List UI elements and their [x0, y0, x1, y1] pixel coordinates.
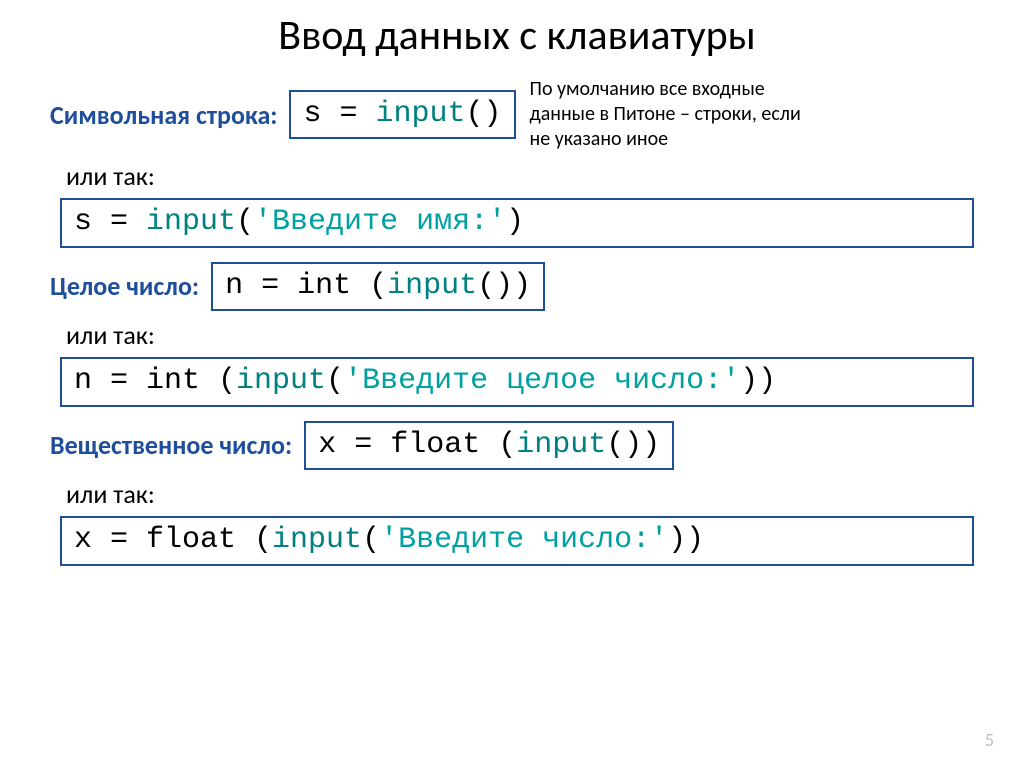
code-string-prompt: s = input('Введите имя:') [60, 198, 974, 248]
string-row: Символьная строка: s = input() По умолча… [50, 77, 984, 152]
slide-title: Ввод данных с клавиатуры [50, 10, 984, 61]
code-float-prompt: x = float (input('Введите число:')) [60, 516, 974, 566]
string-label: Символьная строка: [50, 99, 277, 131]
code-int-prompt: n = int (input('Введите целое число:')) [60, 357, 974, 407]
side-note: По умолчанию все входные данные в Питоне… [530, 77, 810, 152]
float-label: Вещественное число: [50, 429, 292, 461]
int-row: Целое число: n = int (input()) [50, 262, 984, 312]
int-label: Целое число: [50, 270, 199, 302]
or-label-1: или так: [66, 160, 984, 192]
or-label-3: или так: [66, 478, 984, 510]
code-string-basic: s = input() [289, 90, 515, 140]
float-row: Вещественное число: x = float (input()) [50, 421, 984, 471]
or-label-2: или так: [66, 319, 984, 351]
code-float-basic: x = float (input()) [304, 421, 674, 471]
page-number: 5 [985, 729, 994, 751]
code-int-basic: n = int (input()) [211, 262, 545, 312]
